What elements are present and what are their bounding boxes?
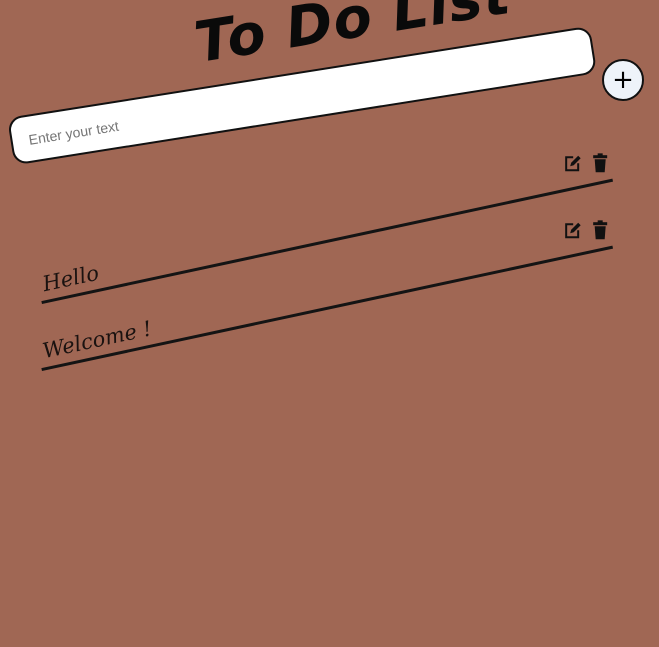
task-text: Welcome ! xyxy=(40,316,154,364)
trash-icon[interactable] xyxy=(591,220,609,240)
trash-icon[interactable] xyxy=(591,153,609,173)
task-text: Hello xyxy=(40,260,101,297)
edit-icon[interactable] xyxy=(563,153,581,173)
task-actions xyxy=(563,153,609,173)
task-actions xyxy=(563,220,609,240)
edit-icon[interactable] xyxy=(563,220,581,240)
add-task-button[interactable]: + xyxy=(602,59,644,101)
